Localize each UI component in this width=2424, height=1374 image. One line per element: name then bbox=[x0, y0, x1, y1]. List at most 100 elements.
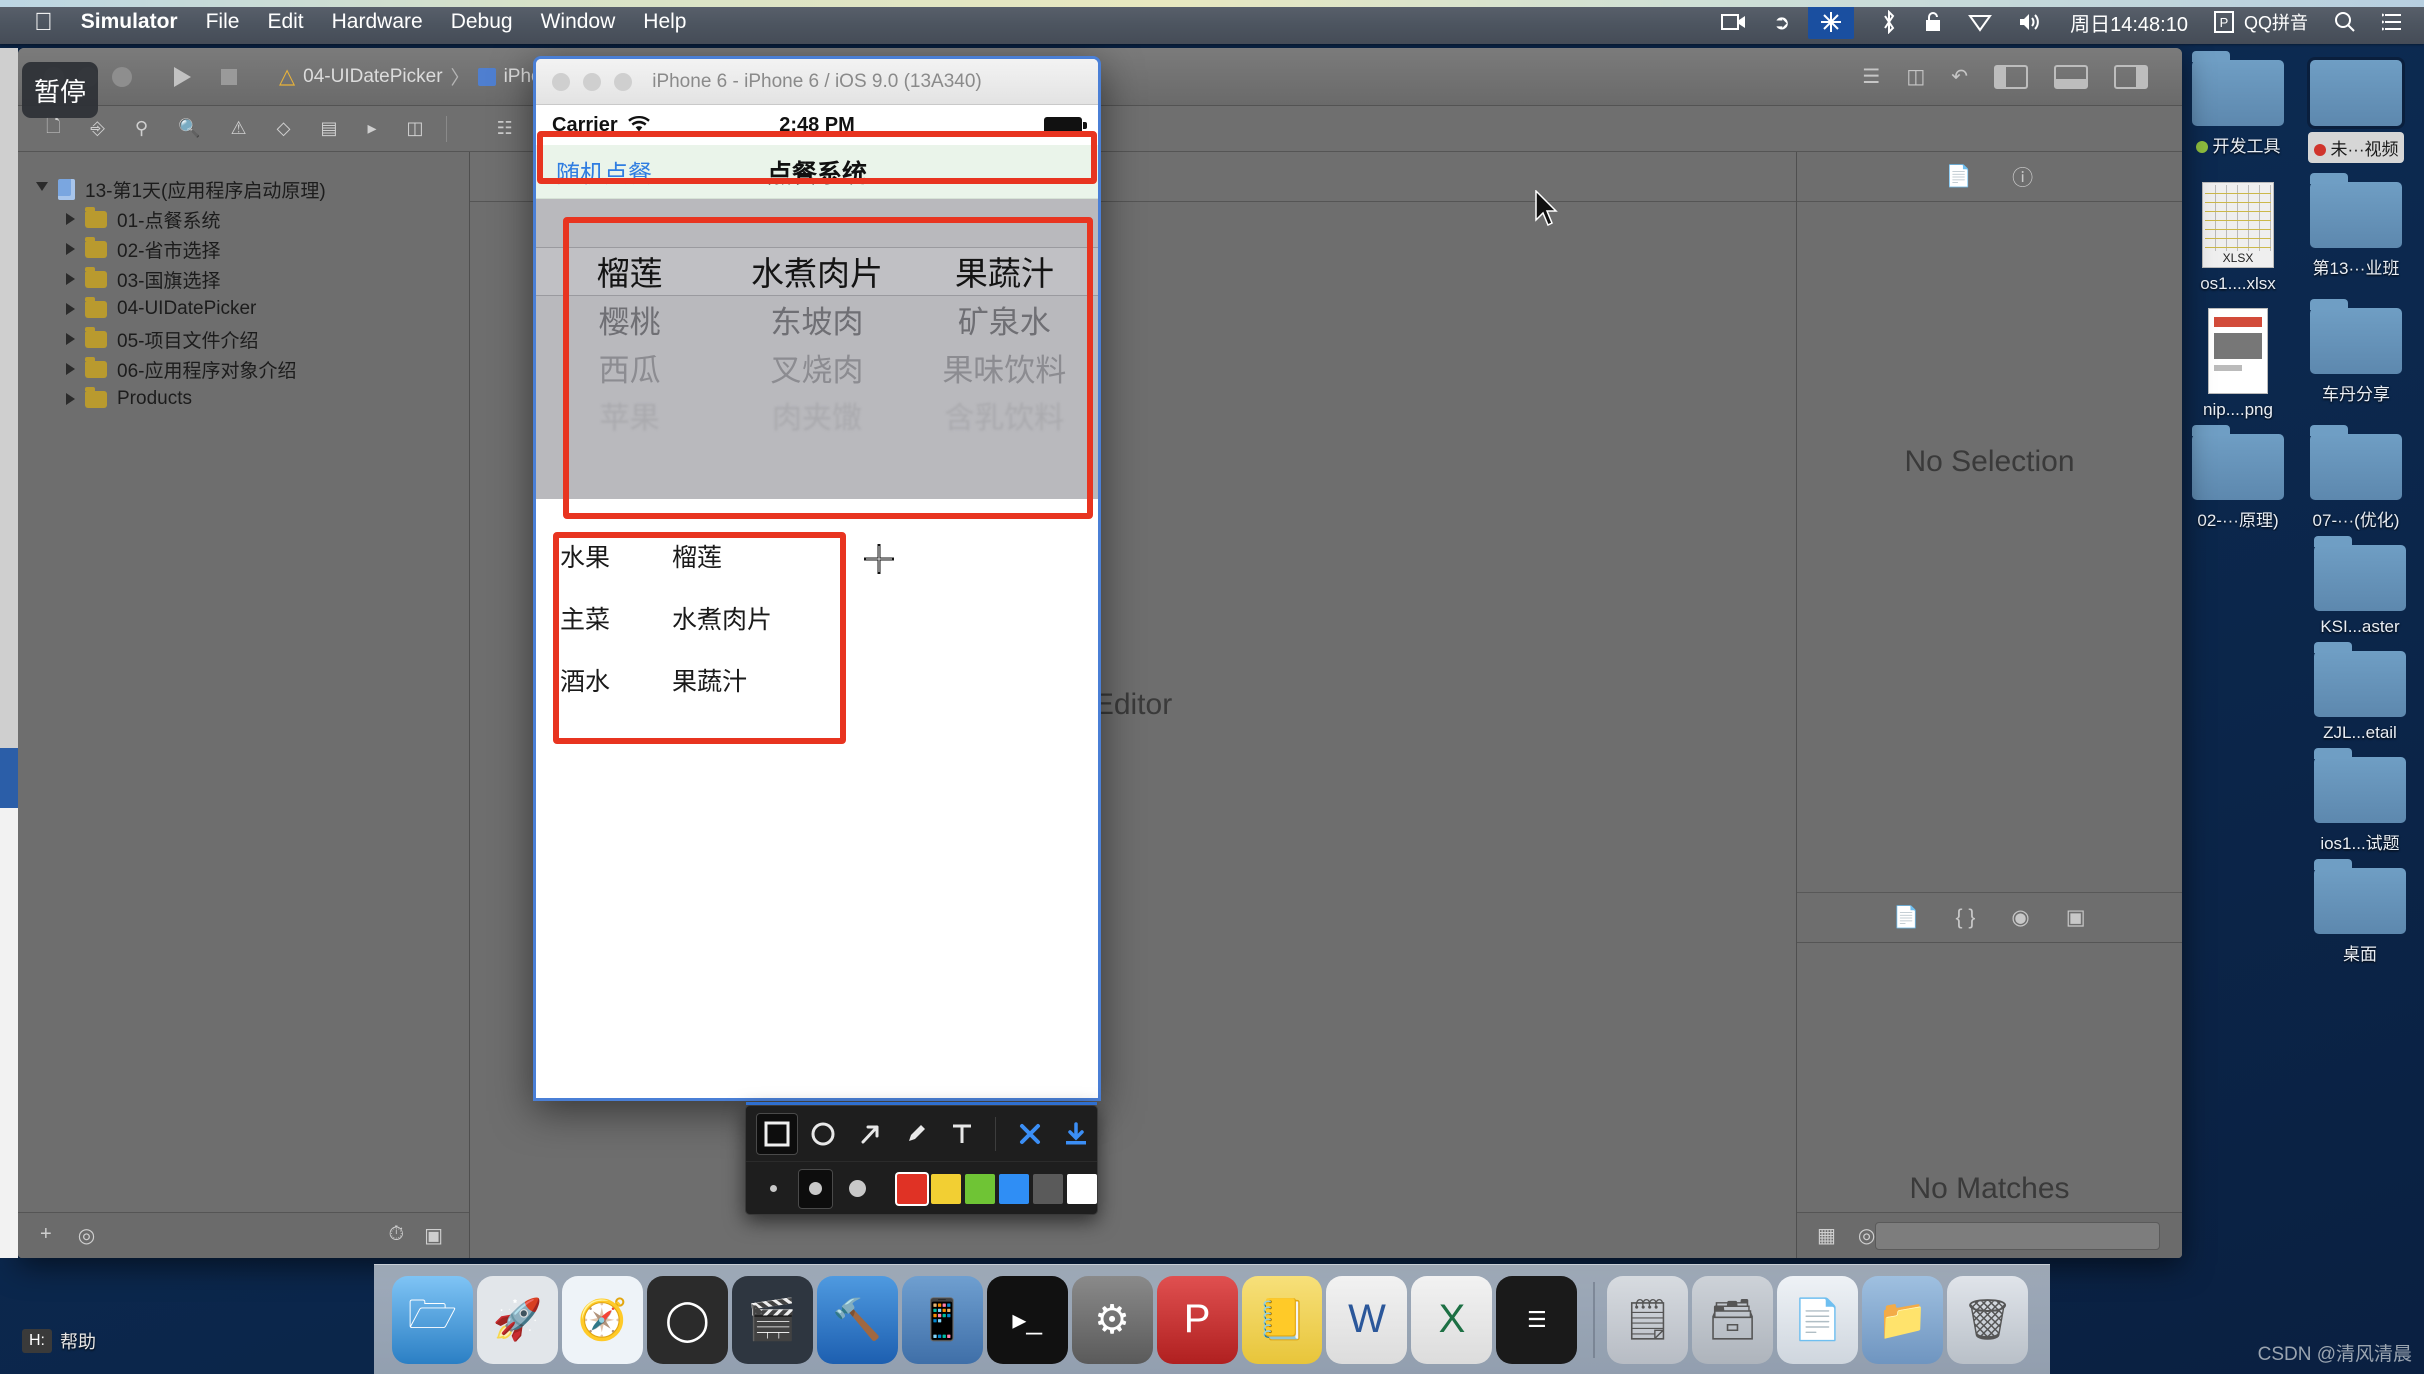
pycharm-icon[interactable]: P bbox=[1156, 1275, 1238, 1364]
desktop-icon-share[interactable]: 车丹分享 bbox=[2302, 299, 2410, 420]
trash-icon[interactable]: 🗑 bbox=[1947, 1275, 2028, 1364]
input-method-label[interactable]: QQ拼音 bbox=[2244, 9, 2308, 35]
desktop-icon-02[interactable]: 02-···原理) bbox=[2184, 425, 2292, 531]
issue-navigator-icon[interactable]: ⚠ bbox=[231, 118, 247, 139]
menu-item-file[interactable]: File bbox=[206, 10, 240, 34]
desktop-icon-ksi[interactable]: KSI...aster bbox=[2306, 536, 2414, 637]
text-editor-icon[interactable]: ☰ bbox=[1496, 1275, 1578, 1364]
xcode-icon[interactable]: 🔨 bbox=[816, 1275, 898, 1364]
navigator-item-4[interactable]: 05-项目文件介绍 bbox=[18, 324, 469, 354]
navigator-item-5[interactable]: 06-应用程序对象介绍 bbox=[18, 354, 469, 384]
close-button[interactable] bbox=[1008, 1113, 1050, 1155]
color-gray[interactable] bbox=[1033, 1173, 1064, 1204]
stroke-medium[interactable] bbox=[797, 1168, 834, 1209]
report-navigator-icon[interactable]: ◫ bbox=[407, 118, 424, 139]
color-red[interactable] bbox=[897, 1173, 928, 1204]
disclosure-triangle-icon[interactable] bbox=[66, 333, 75, 345]
navigator-item-3[interactable]: 04-UIDatePicker bbox=[18, 294, 469, 324]
rectangle-tool[interactable] bbox=[756, 1112, 799, 1155]
filter-button[interactable]: ◎ bbox=[78, 1223, 95, 1248]
menu-item-simulator[interactable]: Simulator bbox=[81, 10, 178, 34]
disclosure-triangle-icon[interactable] bbox=[66, 243, 75, 255]
run-stop-controls[interactable] bbox=[174, 66, 237, 87]
arrow-tool[interactable] bbox=[849, 1113, 891, 1155]
simulator-icon[interactable]: 📱 bbox=[901, 1275, 983, 1364]
input-source-badge[interactable]: P bbox=[2213, 11, 2234, 33]
stroke-small[interactable] bbox=[756, 1169, 792, 1209]
menu-item-window[interactable]: Window bbox=[541, 10, 616, 34]
source-control-filter-icon[interactable]: ▣ bbox=[424, 1223, 443, 1248]
disclosure-triangle-icon[interactable] bbox=[66, 393, 75, 405]
stack-icon-1[interactable]: 🗒 bbox=[1607, 1275, 1689, 1364]
volume-icon[interactable] bbox=[2018, 12, 2044, 32]
finder-icon[interactable]: 🗁 bbox=[392, 1275, 473, 1364]
desktop-icon-ios1[interactable]: ios1...试题 bbox=[2306, 748, 2414, 854]
picker-row[interactable]: 西瓜 叉烧肉 果味饮料 bbox=[536, 343, 1098, 391]
stroke-large[interactable] bbox=[839, 1169, 875, 1209]
desktop-icon-desktop[interactable]: 桌面 bbox=[2306, 859, 2414, 965]
apple-logo-icon[interactable]:  bbox=[34, 9, 53, 35]
add-file-button[interactable]: + bbox=[40, 1223, 52, 1248]
ellipse-tool[interactable] bbox=[802, 1113, 844, 1155]
toggle-navigator-button[interactable] bbox=[1994, 64, 2028, 89]
disclosure-triangle-icon[interactable] bbox=[66, 213, 75, 225]
stack-icon-2[interactable]: 🗃 bbox=[1692, 1275, 1774, 1364]
launchpad-icon[interactable]: 🚀 bbox=[476, 1275, 558, 1364]
version-editor-icon[interactable]: ↶ bbox=[1951, 64, 1968, 89]
disclosure-triangle-icon[interactable] bbox=[66, 363, 75, 375]
picker-row[interactable]: 苹果 肉夹馓 含乳饮料 bbox=[536, 391, 1098, 439]
test-navigator-icon[interactable]: ◇ bbox=[277, 118, 291, 139]
object-library-icon[interactable]: ◉ bbox=[2011, 905, 2029, 930]
breakpoint-navigator-icon[interactable]: ▸ bbox=[368, 118, 377, 139]
desktop-icon-dev-tools[interactable]: 开发工具 bbox=[2184, 51, 2292, 168]
navigator-root-row[interactable]: 13-第1天(应用程序启动原理) bbox=[18, 174, 469, 204]
library-search-input[interactable] bbox=[1875, 1221, 2160, 1250]
interface-builder-icon[interactable]: ☷ bbox=[497, 118, 513, 139]
navigator-item-0[interactable]: 01-点餐系统 bbox=[18, 204, 469, 234]
assistant-editor-icon[interactable]: ◫ bbox=[1906, 64, 1925, 89]
text-tool[interactable] bbox=[941, 1113, 983, 1155]
navigator-item-1[interactable]: 02-省市选择 bbox=[18, 234, 469, 264]
source-control-icon[interactable]: ⎆ bbox=[90, 118, 104, 139]
library-tabs[interactable]: 📄 { } ◉ ▣ bbox=[1797, 892, 2182, 942]
ui-picker-view[interactable]: 榴莲 水煮肉片 果蔬汁 樱桃 东坡肉 矿泉水 西瓜 叉烧肉 果味饮料 苹果 肉夹… bbox=[536, 199, 1098, 499]
desktop-icon-class13[interactable]: 第13···业班 bbox=[2302, 173, 2410, 294]
documents-icon[interactable]: 📄 bbox=[1777, 1275, 1859, 1364]
symbol-navigator-icon[interactable]: ⚲ bbox=[135, 118, 148, 139]
toggle-utilities-button[interactable] bbox=[2114, 64, 2148, 89]
word-icon[interactable]: W bbox=[1326, 1275, 1408, 1364]
color-green[interactable] bbox=[965, 1173, 996, 1204]
recent-filter-icon[interactable]: ⏱ bbox=[388, 1223, 404, 1248]
desktop-icon-zjl[interactable]: ZJL...etail bbox=[2306, 642, 2414, 743]
xcode-toolbar-right[interactable]: ☰ ◫ ↶ bbox=[1862, 64, 2182, 89]
media-library-icon[interactable]: ▣ bbox=[2066, 905, 2086, 930]
navigator-item-6[interactable]: Products bbox=[18, 384, 469, 414]
library-filter-icon[interactable]: ◎ bbox=[1858, 1223, 1875, 1248]
notes-icon[interactable]: 📒 bbox=[1241, 1275, 1323, 1364]
navigator-item-2[interactable]: 03-国旗选择 bbox=[18, 264, 469, 294]
simulator-traffic-lights[interactable] bbox=[552, 72, 632, 91]
menu-item-help[interactable]: Help bbox=[643, 10, 686, 34]
desktop-icon-png[interactable]: nip....png bbox=[2184, 308, 2292, 420]
color-yellow[interactable] bbox=[931, 1173, 962, 1204]
disclosure-triangle-icon[interactable] bbox=[66, 273, 75, 285]
search-icon[interactable] bbox=[2334, 11, 2356, 33]
standard-editor-icon[interactable]: ☰ bbox=[1862, 64, 1880, 89]
screenflow-icon[interactable]: 🎬 bbox=[731, 1275, 813, 1364]
disclosure-triangle-icon[interactable] bbox=[36, 181, 48, 197]
save-button[interactable] bbox=[1055, 1113, 1097, 1155]
location-arrow-icon[interactable]: ➲ bbox=[1773, 10, 1790, 35]
project-navigator[interactable]: 13-第1天(应用程序启动原理) 01-点餐系统 02-省市选择 03-国旗选择 bbox=[18, 152, 470, 1258]
find-navigator-icon[interactable]: 🔍 bbox=[178, 118, 200, 139]
preferences-icon[interactable]: ⚙ bbox=[1071, 1275, 1153, 1364]
menu-item-edit[interactable]: Edit bbox=[267, 10, 303, 34]
menu-item-hardware[interactable]: Hardware bbox=[332, 10, 423, 34]
lock-icon[interactable] bbox=[1924, 11, 1942, 33]
terminal-icon[interactable]: ▸_ bbox=[986, 1275, 1068, 1364]
desktop-icon-07[interactable]: 07-···(优化) bbox=[2302, 425, 2410, 531]
highlighter-tool[interactable] bbox=[895, 1113, 937, 1155]
disclosure-triangle-icon[interactable] bbox=[66, 303, 75, 315]
screen-recording-icon[interactable] bbox=[1721, 12, 1747, 32]
downloads-icon[interactable]: 📁 bbox=[1862, 1275, 1943, 1364]
breadcrumb-project[interactable]: 04-UIDatePicker bbox=[303, 66, 442, 88]
